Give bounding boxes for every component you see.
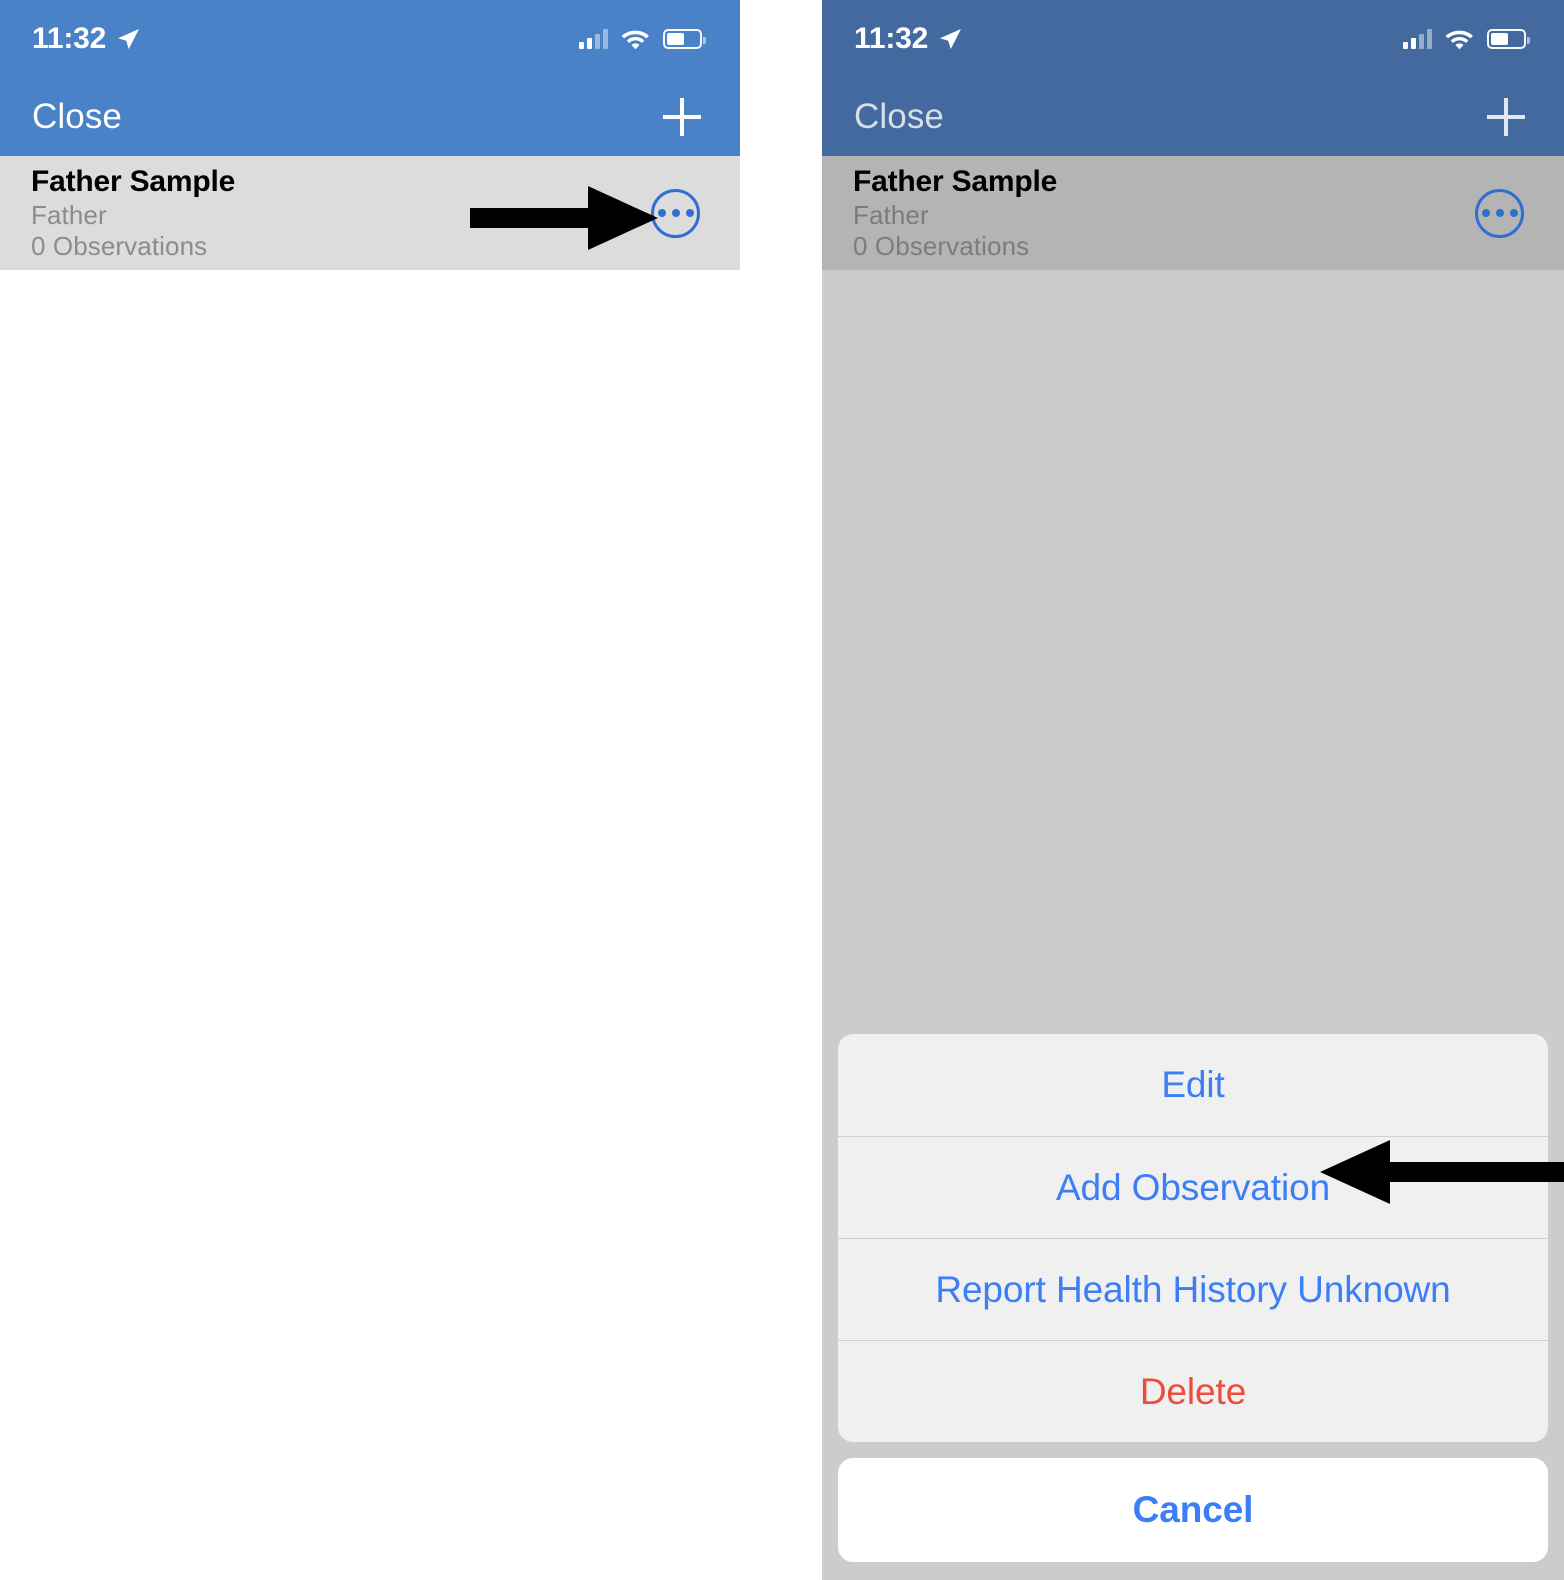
status-bar-right xyxy=(1403,29,1530,50)
family-member-name: Father Sample xyxy=(31,165,236,198)
status-bar-right xyxy=(579,29,706,50)
family-member-relationship: Father xyxy=(853,200,929,230)
family-member-row[interactable]: Father Sample Father 0 Observations xyxy=(822,156,1564,270)
cellular-signal-icon xyxy=(1403,29,1432,49)
battery-icon xyxy=(1487,29,1530,49)
navigation-bar-row: Close xyxy=(822,78,1564,156)
wifi-icon xyxy=(621,30,649,49)
action-edit-button[interactable]: Edit xyxy=(838,1034,1548,1136)
navigation-bar-row: Close xyxy=(0,78,740,156)
action-report-health-history-unknown-button[interactable]: Report Health History Unknown xyxy=(838,1238,1548,1340)
cellular-signal-icon xyxy=(579,29,608,49)
battery-icon xyxy=(663,29,706,49)
family-member-row[interactable]: Father Sample Father 0 Observations xyxy=(0,156,740,270)
action-cancel-button[interactable]: Cancel xyxy=(838,1458,1548,1562)
phone-screen-after: 11:32 Close Father Sample Father 0 Obser… xyxy=(822,0,1564,1580)
phone-screen-before: 11:32 Close Father Sample Father 0 Obser… xyxy=(0,0,740,1580)
status-time: 11:32 xyxy=(854,22,929,55)
status-bar: 11:32 xyxy=(0,0,740,78)
action-sheet: Edit Add Observation Report Health Histo… xyxy=(838,1034,1548,1562)
family-member-observation-count: 0 Observations xyxy=(853,231,1030,261)
plus-icon[interactable] xyxy=(1484,95,1528,139)
location-arrow-icon xyxy=(940,29,962,49)
close-button[interactable]: Close xyxy=(32,97,122,137)
family-member-observation-count: 0 Observations xyxy=(31,231,208,261)
status-bar-left: 11:32 xyxy=(32,22,141,56)
panel-divider xyxy=(740,0,822,1580)
family-member-relationship: Father xyxy=(31,200,107,230)
navigation-bar-dimmed: 11:32 Close xyxy=(822,0,1564,156)
action-sheet-options-group: Edit Add Observation Report Health Histo… xyxy=(838,1034,1548,1442)
location-arrow-icon xyxy=(118,29,140,49)
action-delete-button[interactable]: Delete xyxy=(838,1340,1548,1442)
ellipsis-circle-icon[interactable] xyxy=(651,188,700,238)
navigation-bar: 11:32 Close xyxy=(0,0,740,156)
wifi-icon xyxy=(1445,30,1473,49)
action-add-observation-button[interactable]: Add Observation xyxy=(838,1136,1548,1238)
family-member-texts: Father Sample Father 0 Observations xyxy=(31,164,235,262)
status-time: 11:32 xyxy=(32,22,107,55)
family-member-name: Father Sample xyxy=(853,165,1058,198)
close-button[interactable]: Close xyxy=(854,97,944,137)
ellipsis-circle-icon[interactable] xyxy=(1475,188,1524,238)
family-member-texts: Father Sample Father 0 Observations xyxy=(853,164,1057,262)
status-bar: 11:32 xyxy=(822,0,1564,78)
empty-list-area xyxy=(0,270,740,1580)
screenshot-stage: 11:32 Close Father Sample Father 0 Obser… xyxy=(0,0,1564,1580)
plus-icon[interactable] xyxy=(660,95,704,139)
status-bar-left: 11:32 xyxy=(854,22,963,56)
